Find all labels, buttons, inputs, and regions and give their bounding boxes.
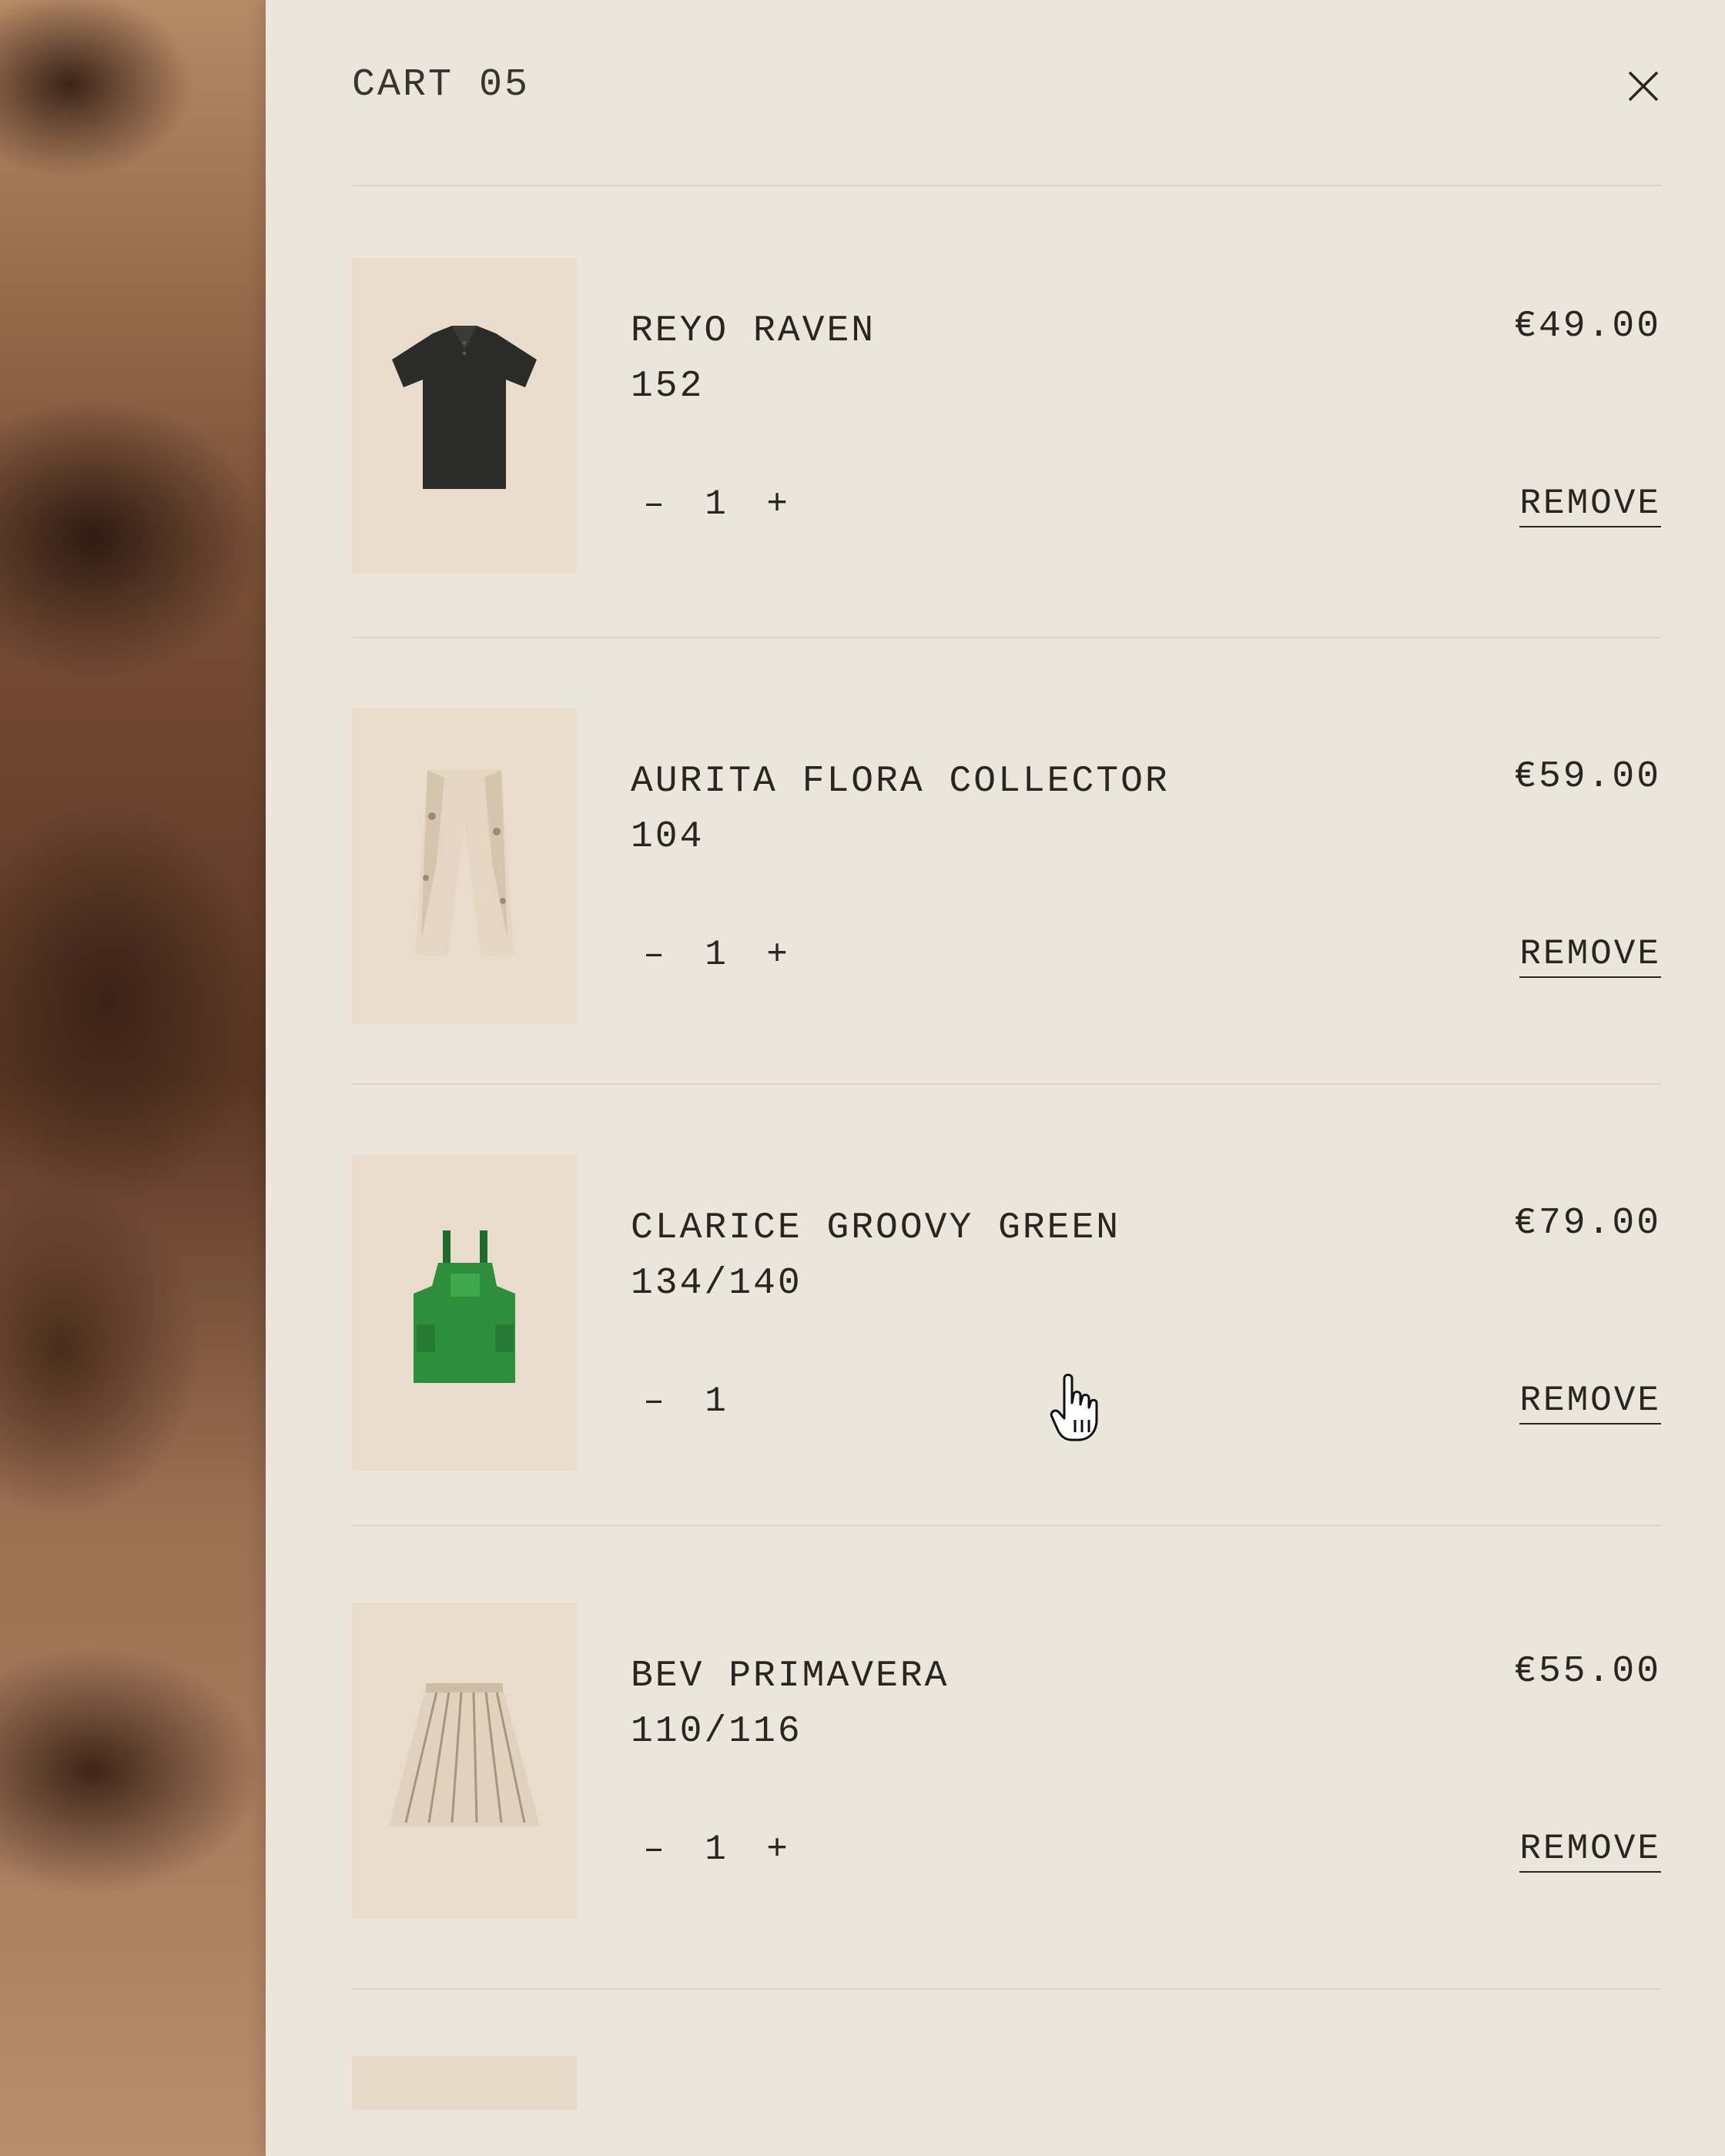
product-image-trousers[interactable]: [352, 708, 577, 1024]
quantity-stepper: – 1 +: [631, 481, 800, 527]
remove-button[interactable]: REMOVE: [1519, 481, 1661, 527]
item-name: AURITA FLORA COLLECTOR: [631, 761, 1170, 802]
quantity-stepper: – 1 +: [631, 1826, 800, 1873]
product-image-skirt[interactable]: [352, 1603, 577, 1919]
cart-item: CLARICE GROOVY GREEN 134/140 €79.00 – 1 …: [352, 1155, 1661, 1478]
divider: [352, 637, 1661, 638]
item-name: REYO RAVEN: [631, 310, 876, 352]
decrease-button[interactable]: –: [631, 1830, 677, 1870]
quantity-value: 1: [705, 1830, 726, 1870]
item-price: €49.00: [1514, 306, 1661, 347]
cart-item: BEV PRIMAVERA 110/116 €55.00 – 1 + REMOV…: [352, 1603, 1661, 1927]
hand-cursor-icon: [1050, 1374, 1098, 1441]
close-icon: [1628, 71, 1659, 102]
item-size: 110/116: [631, 1711, 802, 1753]
remove-button[interactable]: REMOVE: [1519, 1826, 1661, 1873]
decrease-button[interactable]: –: [631, 935, 677, 975]
product-image-partial[interactable]: [352, 2056, 577, 2110]
quantity-value: 1: [705, 935, 726, 975]
decrease-button[interactable]: –: [631, 1381, 677, 1421]
divider: [352, 1525, 1661, 1526]
decrease-button[interactable]: –: [631, 484, 677, 524]
item-price: €55.00: [1514, 1651, 1661, 1692]
close-button[interactable]: [1625, 68, 1662, 105]
quantity-stepper: – 1 +: [631, 932, 800, 978]
item-size: 104: [631, 816, 705, 858]
increase-button[interactable]: +: [754, 1830, 800, 1870]
remove-button[interactable]: REMOVE: [1519, 932, 1661, 978]
cart-title: CART 05: [352, 63, 531, 107]
item-price: €79.00: [1514, 1203, 1661, 1244]
item-name: CLARICE GROOVY GREEN: [631, 1207, 1121, 1249]
item-size: 152: [631, 366, 705, 407]
quantity-value: 1: [705, 484, 726, 524]
item-price: €59.00: [1514, 756, 1661, 798]
divider: [352, 185, 1661, 186]
product-image-polo[interactable]: [352, 258, 577, 574]
increase-button[interactable]: +: [754, 484, 800, 524]
quantity-value: 1: [705, 1381, 726, 1421]
item-size: 134/140: [631, 1263, 802, 1304]
increase-button[interactable]: +: [754, 935, 800, 975]
divider: [352, 1988, 1661, 1990]
product-image-dungarees[interactable]: [352, 1155, 577, 1471]
cart-panel: CART 05 REYO RAVEN 152 €49.00 – 1 + REMO…: [266, 0, 1725, 2156]
divider: [352, 1083, 1661, 1085]
item-name: BEV PRIMAVERA: [631, 1656, 950, 1697]
quantity-stepper: – 1 +: [631, 1378, 800, 1424]
remove-button[interactable]: REMOVE: [1519, 1378, 1661, 1424]
cart-item: AURITA FLORA COLLECTOR 104 €59.00 – 1 + …: [352, 708, 1661, 1032]
cart-item: REYO RAVEN 152 €49.00 – 1 + REMOVE: [352, 258, 1661, 581]
background-photo: [0, 0, 266, 2156]
